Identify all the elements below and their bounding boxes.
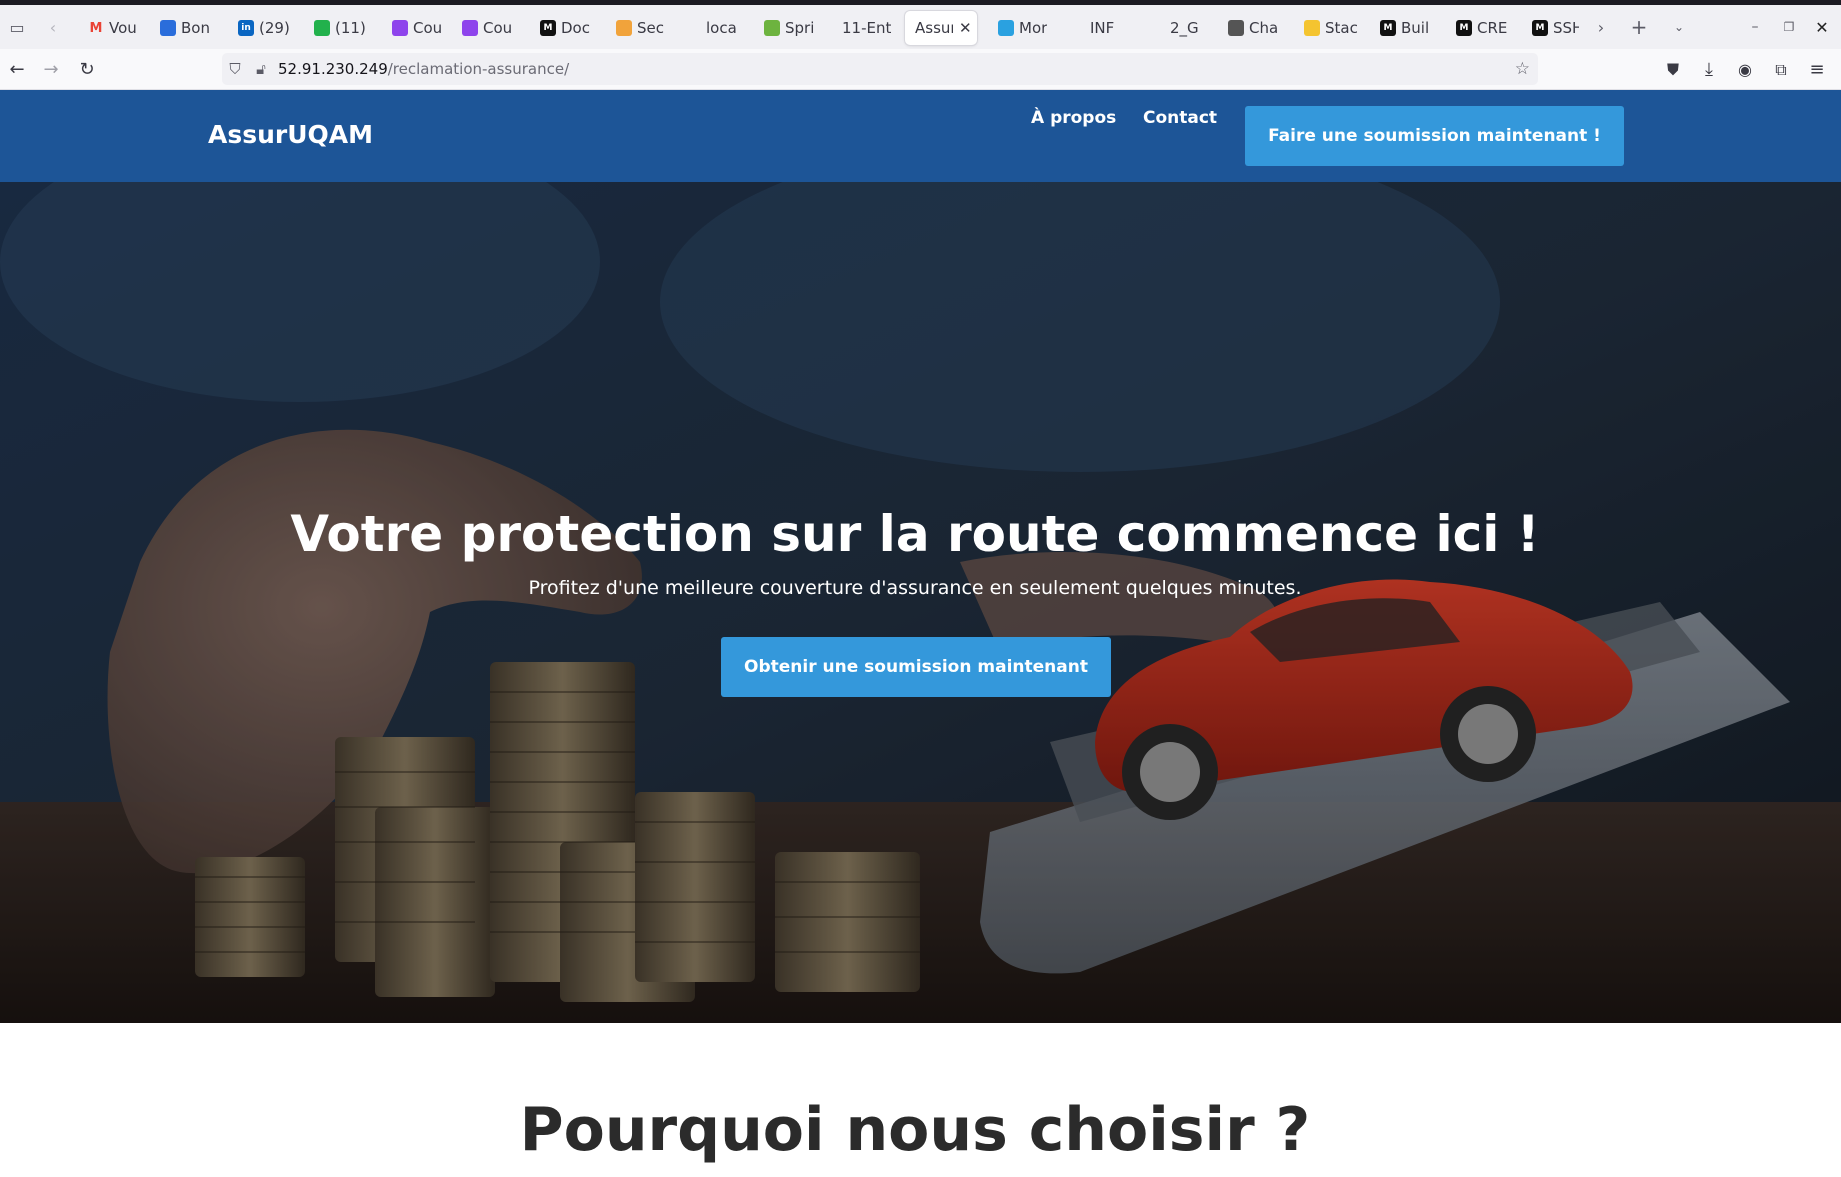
forward-icon[interactable]: → — [34, 49, 68, 90]
address-bar[interactable]: ⛉ 🔓︎ 52.91.230.249/reclamation-assurance… — [222, 53, 1538, 85]
browser-tab[interactable]: in (29) — [228, 11, 294, 45]
tab-title: Bon — [181, 19, 210, 37]
vscode-icon — [998, 20, 1014, 36]
browser-tab[interactable]: Bon — [150, 11, 216, 45]
browser-tab[interactable]: (11) — [304, 11, 370, 45]
browser-tab[interactable]: Sec — [606, 11, 676, 45]
site-header: AssurUQAM À propos Contact Faire une sou… — [0, 90, 1841, 182]
list-tabs-icon[interactable]: ⌄ — [1662, 5, 1696, 49]
medium-icon: M — [1456, 20, 1472, 36]
browser-tab[interactable]: Cou — [382, 11, 444, 45]
tab-title: (11) — [335, 19, 366, 37]
course-icon — [392, 20, 408, 36]
new-tab-icon[interactable]: + — [1622, 5, 1656, 49]
hero-section: Votre protection sur la route commence i… — [0, 182, 1841, 1023]
tab-title: CRE — [1477, 19, 1508, 37]
tab-title: Doc — [561, 19, 590, 37]
stack-icon — [1304, 20, 1320, 36]
downloads-icon[interactable]: ⤓ — [1692, 49, 1726, 90]
tab-bar: ▭ ‹ M Vou Bon in (29) (11) Cou Cou M Doc Sec loca Sp… — [0, 5, 1841, 49]
insecure-lock-icon[interactable]: 🔓︎ — [248, 53, 274, 85]
section-title-why-us: Pourquoi nous choisir ? — [519, 1095, 1311, 1165]
close-window-icon[interactable]: ✕ — [1805, 5, 1839, 49]
back-icon[interactable]: ← — [0, 49, 34, 90]
spring-icon — [764, 20, 780, 36]
browser-tab[interactable]: INF — [1080, 11, 1150, 45]
tab-title: loca — [706, 19, 737, 37]
menu-icon[interactable]: ≡ — [1800, 49, 1834, 90]
browser-tab[interactable]: 2_G — [1160, 11, 1214, 45]
url-host: 52.91.230.249 — [278, 60, 388, 78]
medium-icon: M — [1380, 20, 1396, 36]
tab-title: INF — [1090, 19, 1115, 37]
bookmark-star-icon[interactable]: ☆ — [1515, 53, 1530, 85]
browser-tab[interactable]: Mor — [988, 11, 1062, 45]
browser-tab[interactable]: Cha — [1218, 11, 1288, 45]
navigation-toolbar: ← → ↻ ⛉ 🔓︎ 52.91.230.249/reclamation-ass… — [0, 49, 1841, 90]
tab-title: Mor — [1019, 19, 1048, 37]
minimize-icon[interactable]: – — [1738, 5, 1772, 49]
browser-tab[interactable]: Stac — [1294, 11, 1364, 45]
reload-icon[interactable]: ↻ — [70, 49, 104, 90]
browser-tab[interactable]: M Doc — [530, 11, 596, 45]
shield-icon[interactable]: ⛉ — [222, 53, 248, 85]
tab-title: Cou — [413, 19, 441, 37]
tab-title: Vou — [109, 19, 137, 37]
tab-title: Stac — [1325, 19, 1358, 37]
pocket-icon[interactable]: ⛊ — [1656, 49, 1690, 90]
tab-title: Sec — [637, 19, 664, 37]
scroll-tabs-left-icon[interactable]: ‹ — [36, 5, 70, 49]
tab-title: Assur — [915, 19, 953, 37]
tab-title: Cha — [1249, 19, 1279, 37]
site-logo[interactable]: AssurUQAM — [208, 120, 373, 149]
tab-title: (29) — [259, 19, 290, 37]
account-icon[interactable]: ◉ — [1728, 49, 1762, 90]
browser-tab[interactable]: Assur ✕ — [905, 11, 977, 45]
medium-icon: M — [1532, 20, 1548, 36]
tab-title: 2_G — [1170, 19, 1199, 37]
openai-icon — [1228, 20, 1244, 36]
medium-icon: M — [540, 20, 556, 36]
browser-tab[interactable]: M CRE — [1446, 11, 1516, 45]
tab-title: Spri — [785, 19, 815, 37]
quote-button-hero[interactable]: Obtenir une soumission maintenant — [721, 637, 1111, 697]
restore-icon[interactable]: ❐ — [1772, 5, 1806, 49]
tab-title: SSH — [1553, 19, 1579, 37]
browser-tab[interactable]: M Vou — [78, 11, 142, 45]
quote-button-header[interactable]: Faire une soumission maintenant ! — [1245, 106, 1624, 166]
scroll-tabs-right-icon[interactable]: › — [1584, 5, 1618, 49]
browser-tab[interactable]: loca — [696, 11, 746, 45]
browser-tab[interactable]: M SSH — [1522, 11, 1582, 45]
course-icon — [462, 20, 478, 36]
hero-title: Votre protection sur la route commence i… — [290, 505, 1540, 563]
nav-link-about[interactable]: À propos — [1031, 108, 1116, 128]
close-tab-icon[interactable]: ✕ — [959, 19, 972, 37]
browser-tab[interactable]: Cou — [452, 11, 518, 45]
browser-tab[interactable]: M Buil — [1370, 11, 1440, 45]
nav-link-contact[interactable]: Contact — [1143, 108, 1217, 128]
extensions-icon[interactable]: ⧉ — [1764, 49, 1798, 90]
bonjour-icon — [160, 20, 176, 36]
browser-tab[interactable]: Spri — [754, 11, 824, 45]
hero-background-image — [0, 182, 1841, 1023]
browser-tab[interactable]: 11-Ent — [832, 11, 900, 45]
chat-icon — [314, 20, 330, 36]
hero-subtitle: Profitez d'une meilleure couverture d'as… — [528, 577, 1302, 599]
box-icon — [616, 20, 632, 36]
tab-title: Cou — [483, 19, 513, 37]
tab-overview-icon[interactable]: ▭ — [0, 5, 34, 49]
url-path: /reclamation-assurance/ — [387, 60, 570, 78]
tab-title: 11-Ent — [842, 19, 892, 37]
gmail-icon: M — [89, 20, 103, 36]
linkedin-icon: in — [238, 20, 254, 36]
tab-title: Buil — [1401, 19, 1430, 37]
